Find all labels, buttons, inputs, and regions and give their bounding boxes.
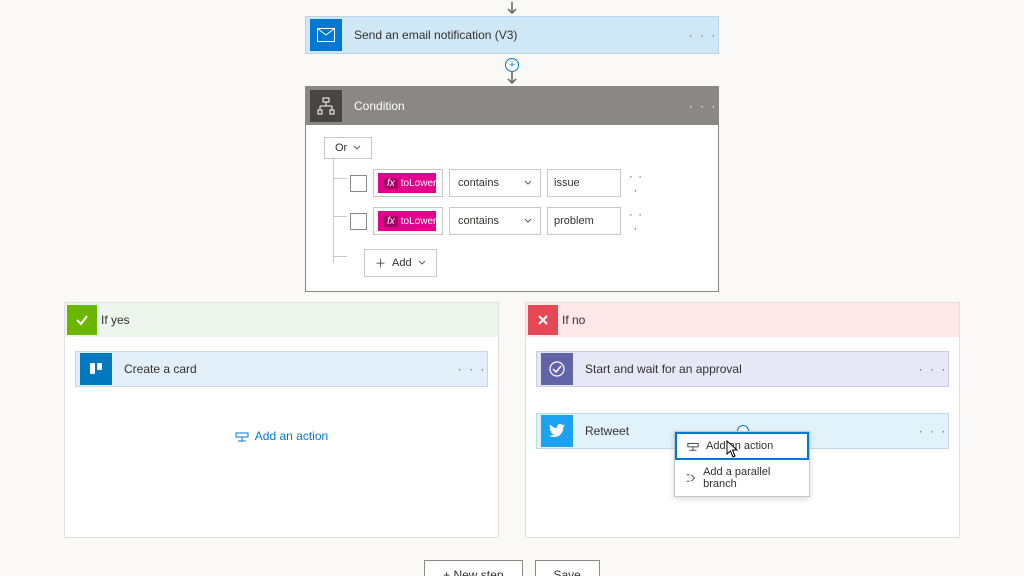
chevron-down-icon (353, 144, 361, 152)
if-yes-branch: If yes Create a card · · · Add an action (64, 302, 499, 538)
operand-left[interactable]: fxtoLower(…× (373, 207, 443, 235)
chevron-down-icon (524, 179, 532, 187)
add-action-link[interactable]: Add an action (75, 429, 488, 443)
add-action-icon (235, 429, 249, 443)
condition-menu[interactable]: · · · (688, 99, 718, 113)
mail-icon (310, 19, 342, 51)
connector-arrow (0, 2, 1024, 16)
action-title: Send an email notification (V3) (346, 28, 688, 42)
condition-block: Condition · · · Or fxtoLower(…× contains (305, 86, 719, 292)
operand-right[interactable]: problem (547, 207, 621, 235)
row-menu[interactable]: · · · (627, 207, 645, 235)
action-menu[interactable]: · · · (918, 424, 948, 438)
condition-title: Condition (346, 99, 688, 113)
twitter-icon (541, 415, 573, 447)
action-title: Create a card (116, 362, 457, 376)
bottom-bar: + New step Save (0, 560, 1024, 576)
add-action-icon (687, 440, 699, 452)
trello-icon (80, 353, 112, 385)
condition-row: fxtoLower(…× contains issue · · · (338, 159, 700, 197)
row-checkbox[interactable] (350, 213, 367, 230)
popup-add-branch[interactable]: Add a parallel branch (675, 460, 809, 496)
condition-tree: fxtoLower(…× contains issue · · · fxtoLo… (324, 159, 700, 277)
insert-step-node[interactable]: + (505, 58, 519, 72)
action-approval[interactable]: Start and wait for an approval · · · (536, 351, 949, 387)
approvals-icon (541, 353, 573, 385)
fx-token[interactable]: fxtoLower(…× (378, 173, 436, 193)
action-create-card[interactable]: Create a card · · · (75, 351, 488, 387)
save-button[interactable]: Save (535, 560, 600, 576)
close-icon (528, 305, 558, 335)
action-menu[interactable]: · · · (918, 362, 948, 376)
add-condition-button[interactable]: ＋ Add (364, 249, 437, 277)
operand-right[interactable]: issue (547, 169, 621, 197)
condition-body: Or fxtoLower(…× contains issue · · · (306, 125, 718, 291)
action-menu[interactable]: · · · (457, 362, 487, 376)
branch-title: If yes (101, 313, 130, 327)
branch-header[interactable]: If yes (65, 303, 498, 337)
add-row-wrap: ＋ Add (338, 235, 700, 277)
connector-arrow (0, 72, 1024, 86)
condition-row: fxtoLower(…× contains problem · · · (338, 197, 700, 235)
branch-area: If yes Create a card · · · Add an action (0, 302, 1024, 538)
new-step-button[interactable]: + New step (424, 560, 522, 576)
action-title: Start and wait for an approval (577, 362, 918, 376)
branch-icon (685, 472, 696, 484)
group-operator-label: Or (335, 142, 347, 154)
operator-select[interactable]: contains (449, 207, 541, 235)
if-no-branch: If no Start and wait for an approval · ·… (525, 302, 960, 538)
cursor-icon (726, 440, 740, 458)
action-send-email[interactable]: Send an email notification (V3) · · · (305, 16, 719, 54)
popup-add-action[interactable]: Add an action (675, 432, 809, 460)
group-operator-select[interactable]: Or (324, 137, 372, 159)
operand-left[interactable]: fxtoLower(…× (373, 169, 443, 197)
row-menu[interactable]: · · · (627, 169, 645, 197)
operator-select[interactable]: contains (449, 169, 541, 197)
check-icon (67, 305, 97, 335)
condition-header[interactable]: Condition · · · (306, 87, 718, 125)
action-menu[interactable]: · · · (688, 28, 718, 42)
condition-icon (310, 90, 342, 122)
insert-step-popup: Add an action Add a parallel branch (674, 431, 810, 497)
plus-icon: ＋ (375, 255, 386, 271)
row-checkbox[interactable] (350, 175, 367, 192)
flow-designer-canvas: Send an email notification (V3) · · · + … (0, 0, 1024, 576)
branch-title: If no (562, 313, 585, 327)
chevron-down-icon (418, 259, 426, 267)
branch-header[interactable]: If no (526, 303, 959, 337)
fx-token[interactable]: fxtoLower(…× (378, 211, 436, 231)
chevron-down-icon (524, 217, 532, 225)
